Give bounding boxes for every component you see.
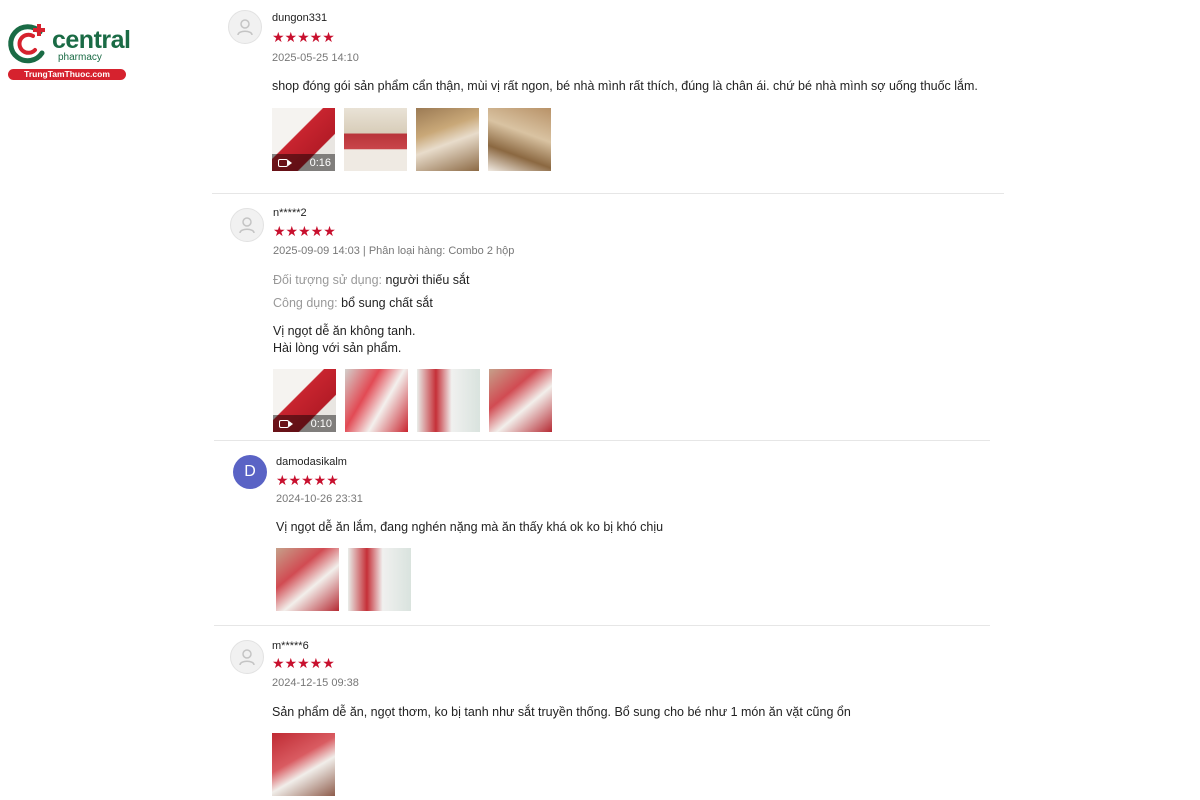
review-video-thumbnail[interactable]: 0:16 xyxy=(272,108,335,171)
review-divider xyxy=(212,193,1004,194)
user-icon xyxy=(237,19,253,36)
avatar-letter: D xyxy=(244,463,256,480)
logo-sub-text: pharmacy xyxy=(58,52,102,63)
review-timestamp: 2024-10-26 23:31 xyxy=(276,493,363,505)
review-divider xyxy=(214,440,990,441)
review-media: 0:16 xyxy=(272,108,551,171)
review-video-thumbnail[interactable]: 0:10 xyxy=(273,369,336,432)
review-photo-thumbnail[interactable] xyxy=(276,548,339,611)
review-photo-thumbnail[interactable] xyxy=(489,369,552,432)
review-comment-line: Hài lòng với sản phẩm. xyxy=(273,341,402,355)
video-camera-icon xyxy=(279,419,293,428)
rating-stars: ★★★★★ xyxy=(272,29,335,45)
central-pharmacy-logo[interactable]: central pharmacy TrungTamThuoc.com xyxy=(6,22,131,82)
avatar xyxy=(228,10,262,44)
rating-stars: ★★★★★ xyxy=(276,472,339,488)
user-icon xyxy=(239,649,255,666)
review-divider xyxy=(214,625,990,626)
logo-url-badge: TrungTamThuoc.com xyxy=(8,69,126,80)
review-attribute-target: Đối tượng sử dụng: người thiếu sắt xyxy=(273,273,469,287)
review-photo-thumbnail[interactable] xyxy=(416,108,479,171)
review-photo-thumbnail[interactable] xyxy=(272,733,335,796)
user-icon xyxy=(239,217,255,234)
review-media xyxy=(276,548,411,611)
attribute-label: Đối tượng sử dụng: xyxy=(273,273,383,287)
review-media: 0:10 xyxy=(273,369,552,432)
review-photo-thumbnail[interactable] xyxy=(344,108,407,171)
review-username: damodasikalm xyxy=(276,456,347,468)
pharmacy-cross-logo-icon xyxy=(8,24,45,64)
avatar: D xyxy=(233,455,267,489)
video-overlay: 0:10 xyxy=(273,415,336,432)
avatar xyxy=(230,640,264,674)
review-attribute-use: Công dụng: bổ sung chất sắt xyxy=(273,296,433,310)
rating-stars: ★★★★★ xyxy=(273,223,336,239)
video-camera-icon xyxy=(278,158,292,167)
review-comment: Vị ngọt dễ ăn lắm, đang nghén nặng mà ăn… xyxy=(276,520,664,534)
review-comment: Sản phẩm dễ ăn, ngọt thơm, ko bị tanh nh… xyxy=(272,705,851,719)
review-photo-thumbnail[interactable] xyxy=(417,369,480,432)
review-username: m*****6 xyxy=(272,640,309,652)
attribute-value: người thiếu sắt xyxy=(385,273,470,287)
review-comment: shop đóng gói sản phẩm cẩn thận, mùi vị … xyxy=(272,79,978,93)
video-overlay: 0:16 xyxy=(272,154,335,171)
logo-brand-text: central xyxy=(52,26,131,54)
rating-stars: ★★★★★ xyxy=(272,655,335,671)
video-duration: 0:10 xyxy=(310,417,332,430)
review-photo-thumbnail[interactable] xyxy=(345,369,408,432)
review-media xyxy=(272,733,335,796)
review-username: n*****2 xyxy=(273,207,307,219)
review-timestamp: 2025-05-25 14:10 xyxy=(272,52,359,64)
review-comment-line: Vị ngọt dễ ăn không tanh. xyxy=(273,324,416,338)
video-duration: 0:16 xyxy=(309,156,331,169)
review-photo-thumbnail[interactable] xyxy=(488,108,551,171)
attribute-label: Công dụng: xyxy=(273,296,338,310)
review-timestamp-variant: 2025-09-09 14:03 | Phân loại hàng: Combo… xyxy=(273,245,515,257)
review-timestamp: 2024-12-15 09:38 xyxy=(272,677,359,689)
avatar xyxy=(230,208,264,242)
attribute-value: bổ sung chất sắt xyxy=(341,296,433,310)
review-username: dungon331 xyxy=(272,12,328,24)
review-photo-thumbnail[interactable] xyxy=(348,548,411,611)
